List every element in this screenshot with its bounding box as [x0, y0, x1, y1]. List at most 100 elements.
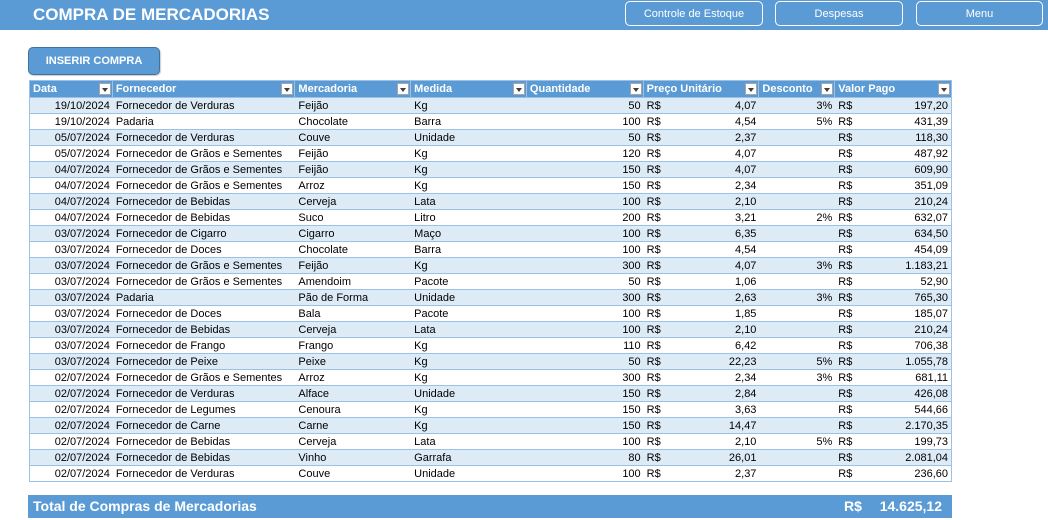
table-row[interactable]: 02/07/2024 Fornecedor de Bebidas Vinho Garr… [30, 449, 951, 465]
cell-desconto [759, 242, 835, 257]
filter-dropdown-icon[interactable] [397, 83, 410, 95]
table-row[interactable]: 03/07/2024 Fornecedor de Cigarro Cigarro Ma… [30, 225, 951, 241]
cell-desconto [759, 338, 835, 353]
table-row[interactable]: 03/07/2024 Fornecedor de Doces Bala Pacote 1… [30, 305, 951, 321]
table-row[interactable]: 02/07/2024 Fornecedor de Grãos e Sementes… [30, 369, 951, 385]
table-row[interactable]: 03/07/2024 Fornecedor de Peixe Peixe Kg 50 R$… [30, 353, 951, 369]
cell-valor-pago: 118,30 [915, 132, 949, 144]
cell-currency: R$ [646, 276, 661, 288]
total-label: Total de Compras de Mercadorias [33, 498, 257, 514]
cell-valor-pago: 185,07 [914, 308, 949, 320]
cell-medida: Barra [414, 244, 442, 256]
table-row[interactable]: 02/07/2024 Fornecedor de Legumes Cenoura Kg… [30, 401, 951, 417]
table-row[interactable]: 19/10/2024 Fornecedor de Verduras Feijão Kg… [30, 97, 951, 113]
cell-data: 03/07/2024 [54, 356, 110, 368]
col-header-label: Medida [414, 83, 453, 95]
cell-fornecedor: Fornecedor de Verduras [115, 388, 235, 400]
cell-currency: R$ [838, 292, 853, 304]
cell-desconto: 5% [816, 436, 833, 448]
cell-medida: Unidade [414, 132, 456, 144]
filter-dropdown-icon[interactable] [98, 83, 111, 95]
inserir-compra-button[interactable]: INSERIR COMPRA [28, 47, 160, 75]
table-row[interactable]: 04/07/2024 Fornecedor de Grãos e Sementes… [30, 177, 951, 193]
cell-currency: R$ [646, 436, 661, 448]
cell-data: 03/07/2024 [54, 308, 110, 320]
controle-estoque-button[interactable]: Controle de Estoque [625, 1, 763, 26]
cell-desconto [759, 178, 835, 193]
col-header-label: Fornecedor [115, 83, 177, 95]
cell-mercadoria: Vinho [298, 452, 327, 464]
cell-currency: R$ [838, 340, 853, 352]
table-row[interactable]: 03/07/2024 Fornecedor de Grãos e Sementes… [30, 257, 951, 273]
filter-dropdown-icon[interactable] [745, 83, 758, 95]
cell-fornecedor: Fornecedor de Bebidas [115, 324, 231, 336]
page-title: COMPRA DE MERCADORIAS [33, 5, 270, 24]
table-row[interactable]: 19/10/2024 Padaria Chocolate Barra 100 R$ 4,54… [30, 113, 951, 129]
table-row[interactable]: 04/07/2024 Fornecedor de Bebidas Cerveja La… [30, 193, 951, 209]
cell-desconto [759, 162, 835, 177]
filter-dropdown-icon[interactable] [512, 83, 525, 95]
cell-fornecedor: Fornecedor de Verduras [115, 468, 235, 480]
cell-currency: R$ [646, 292, 661, 304]
table-row[interactable]: 02/07/2024 Fornecedor de Carne Carne Kg 150 R… [30, 417, 951, 433]
cell-valor-pago: 210,24 [914, 324, 949, 336]
filter-dropdown-icon[interactable] [281, 83, 294, 95]
cell-fornecedor: Fornecedor de Bebidas [115, 196, 231, 208]
menu-button[interactable]: Menu [916, 1, 1043, 26]
table-row[interactable]: 04/07/2024 Fornecedor de Grãos e Sementes… [30, 161, 951, 177]
cell-quantidade: 300 [622, 292, 641, 304]
cell-quantidade: 150 [622, 180, 641, 192]
cell-fornecedor: Fornecedor de Bebidas [115, 452, 231, 464]
cell-data: 04/07/2024 [54, 180, 110, 192]
cell-quantidade: 100 [622, 228, 641, 240]
table-row[interactable]: 02/07/2024 Fornecedor de Bebidas Cerveja La… [30, 433, 951, 449]
cell-mercadoria: Frango [298, 340, 334, 352]
cell-data: 03/07/2024 [54, 292, 110, 304]
cell-mercadoria: Carne [298, 420, 329, 432]
table-row[interactable]: 05/07/2024 Fornecedor de Grãos e Sementes… [30, 145, 951, 161]
table-row[interactable]: 03/07/2024 Fornecedor de Bebidas Cerveja La… [30, 321, 951, 337]
cell-valor-pago: 52,90 [920, 276, 949, 288]
cell-fornecedor: Padaria [115, 292, 154, 304]
despesas-button[interactable]: Despesas [775, 1, 903, 26]
total-currency: R$ [844, 498, 862, 514]
table-row[interactable]: 05/07/2024 Fornecedor de Verduras Couve Uni… [30, 129, 951, 145]
cell-desconto [759, 194, 835, 209]
cell-currency: R$ [646, 228, 661, 240]
cell-preco-unitario: 3,63 [735, 404, 757, 416]
cell-currency: R$ [838, 260, 853, 272]
cell-preco-unitario: 3,21 [735, 212, 757, 224]
cell-quantidade: 100 [622, 244, 641, 256]
cell-quantidade: 300 [622, 372, 641, 384]
table-row[interactable]: 03/07/2024 Fornecedor de Grãos e Sementes… [30, 273, 951, 289]
table-row[interactable]: 02/07/2024 Fornecedor de Verduras Couve Uni… [30, 465, 951, 481]
cell-data: 05/07/2024 [54, 148, 110, 160]
table-row[interactable]: 02/07/2024 Fornecedor de Verduras Alface Un… [30, 385, 951, 401]
cell-medida: Kg [414, 148, 428, 160]
cell-mercadoria: Alface [298, 388, 329, 400]
cell-mercadoria: Arroz [298, 180, 325, 192]
cell-mercadoria: Cigarro [298, 228, 335, 240]
cell-currency: R$ [646, 356, 661, 368]
table-row[interactable]: 04/07/2024 Fornecedor de Bebidas Suco Litro… [30, 209, 951, 225]
col-header-medida: Medida [411, 81, 527, 97]
col-header-label: Data [33, 83, 57, 95]
cell-valor-pago: 454,09 [914, 244, 949, 256]
filter-dropdown-icon[interactable] [938, 83, 951, 95]
cell-medida: Unidade [414, 292, 456, 304]
cell-quantidade: 300 [622, 260, 641, 272]
cell-data: 03/07/2024 [54, 260, 110, 272]
filter-dropdown-icon[interactable] [629, 83, 642, 95]
table-row[interactable]: 03/07/2024 Fornecedor de Doces Chocolate Ba… [30, 241, 951, 257]
cell-currency: R$ [838, 468, 853, 480]
cell-currency: R$ [646, 260, 661, 272]
table-row[interactable]: 03/07/2024 Padaria Pão de Forma Unidade 300 R… [30, 289, 951, 305]
cell-preco-unitario: 2,10 [735, 324, 757, 336]
cell-medida: Kg [414, 260, 428, 272]
cell-quantidade: 100 [622, 116, 641, 128]
table-row[interactable]: 03/07/2024 Fornecedor de Frango Frango Kg 11… [30, 337, 951, 353]
filter-dropdown-icon[interactable] [821, 83, 834, 95]
cell-currency: R$ [646, 100, 661, 112]
cell-preco-unitario: 4,07 [735, 164, 757, 176]
cell-currency: R$ [838, 180, 853, 192]
